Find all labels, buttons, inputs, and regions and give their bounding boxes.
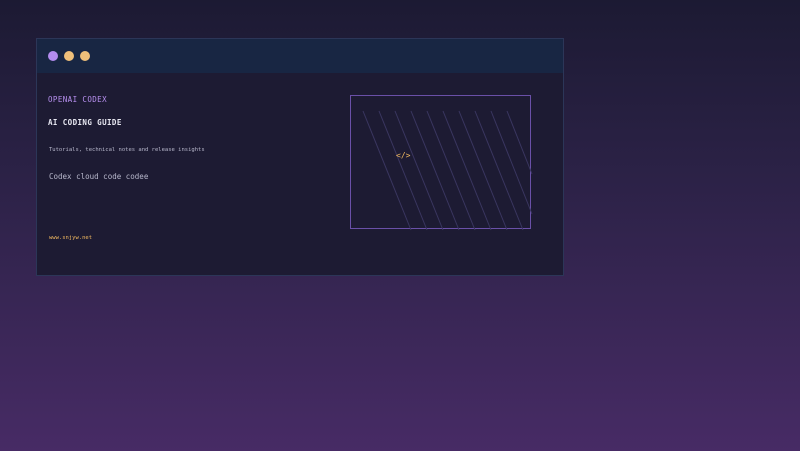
code-preview-panel: </> — [350, 95, 533, 231]
diagonal-lines-decoration — [362, 110, 533, 231]
window-titlebar — [37, 39, 563, 73]
body-text: Codex cloud code codee — [49, 172, 149, 181]
eyebrow-label: OPENAI CODEX — [48, 95, 107, 104]
window-dot-yellow[interactable] — [64, 51, 74, 61]
subtitle-text: Tutorials, technical notes and release i… — [49, 147, 205, 153]
window-dot-purple[interactable] — [48, 51, 58, 61]
app-window: OPENAI CODEX AI CODING GUIDE Tutorials, … — [36, 38, 564, 276]
website-url[interactable]: www.snjyw.net — [49, 235, 92, 241]
page-title: AI CODING GUIDE — [48, 118, 122, 127]
window-dot-yellow-2[interactable] — [80, 51, 90, 61]
code-icon: </> — [396, 151, 411, 160]
